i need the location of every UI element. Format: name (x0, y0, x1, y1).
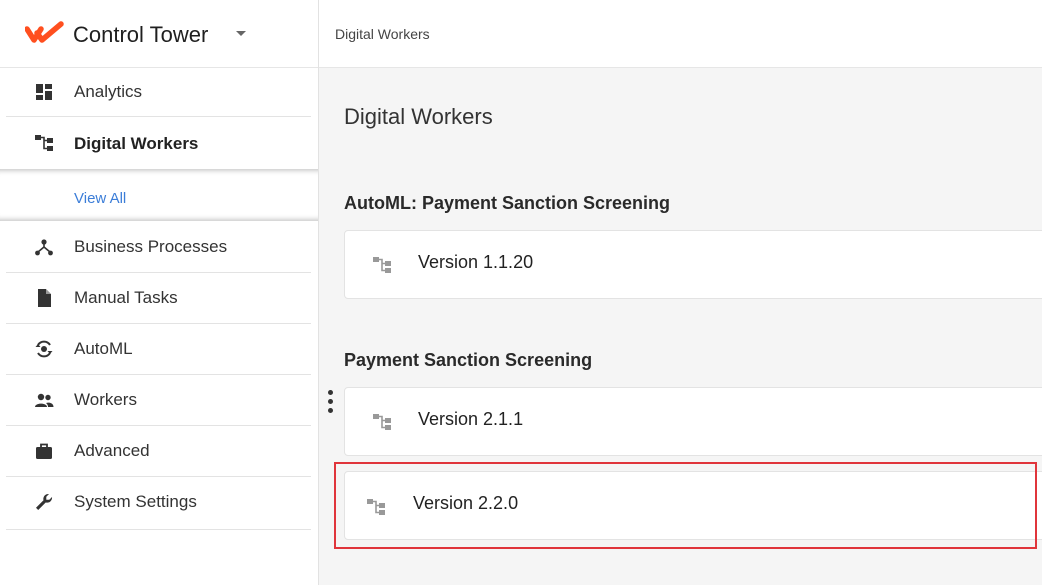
sidebar-item-advanced[interactable]: Advanced (6, 426, 311, 477)
dashboard-icon (36, 84, 52, 100)
sidebar-item-manual-tasks[interactable]: Manual Tasks (6, 273, 311, 324)
hierarchy-icon (35, 135, 53, 151)
breadcrumb[interactable]: Digital Workers (335, 26, 430, 42)
sidebar-item-digital-workers[interactable]: Digital Workers (6, 117, 311, 169)
version-card-2-1-1[interactable]: Version 2.1.1 (344, 387, 1042, 456)
view-all-link[interactable]: View All (74, 190, 126, 207)
sidebar-item-system-settings[interactable]: System Settings (6, 477, 311, 530)
sidebar-item-label: Manual Tasks (74, 288, 178, 307)
page-title: Digital Workers (344, 104, 493, 129)
chevron-down-icon[interactable] (236, 31, 246, 36)
sidebar-item-label: Workers (74, 390, 137, 409)
hierarchy-icon (373, 414, 391, 430)
version-label: Version 1.1.20 (418, 252, 534, 272)
digital-workers-subnav: View All (0, 169, 318, 221)
group-title: Payment Sanction Screening (344, 350, 593, 370)
sidebar-item-workers[interactable]: Workers (6, 375, 311, 426)
briefcase-icon (36, 443, 52, 459)
group-title: AutoML: Payment Sanction Screening (344, 193, 671, 213)
sidebar: Control Tower Analytics Digital Workers … (0, 0, 319, 585)
sidebar-item-label: Digital Workers (74, 134, 199, 153)
document-icon (38, 289, 51, 307)
sidebar-item-label: System Settings (74, 492, 197, 511)
sidebar-item-label: Business Processes (74, 237, 228, 256)
version-label: Version 2.1.1 (418, 409, 524, 429)
sidebar-item-analytics[interactable]: Analytics (6, 68, 311, 117)
sidebar-item-label: Advanced (74, 441, 150, 460)
highlight-box (334, 462, 1037, 549)
sidebar-item-automl[interactable]: AutoML (6, 324, 311, 375)
app-title: Control Tower (73, 22, 209, 47)
app-switcher[interactable]: Control Tower (0, 0, 318, 68)
automl-icon (35, 340, 53, 358)
sidebar-item-business-processes[interactable]: Business Processes (6, 222, 311, 273)
hierarchy-icon (373, 257, 391, 273)
people-icon (35, 393, 54, 407)
top-bar: Digital Workers (319, 0, 1042, 68)
more-options-icon[interactable] (326, 390, 334, 418)
version-card-1-1-20[interactable]: Version 1.1.20 (344, 230, 1042, 299)
wrench-icon (36, 493, 53, 510)
sidebar-item-label: Analytics (74, 82, 143, 101)
sidebar-item-label: AutoML (74, 339, 133, 358)
brand-logo-icon (25, 21, 64, 43)
process-icon (35, 239, 53, 256)
